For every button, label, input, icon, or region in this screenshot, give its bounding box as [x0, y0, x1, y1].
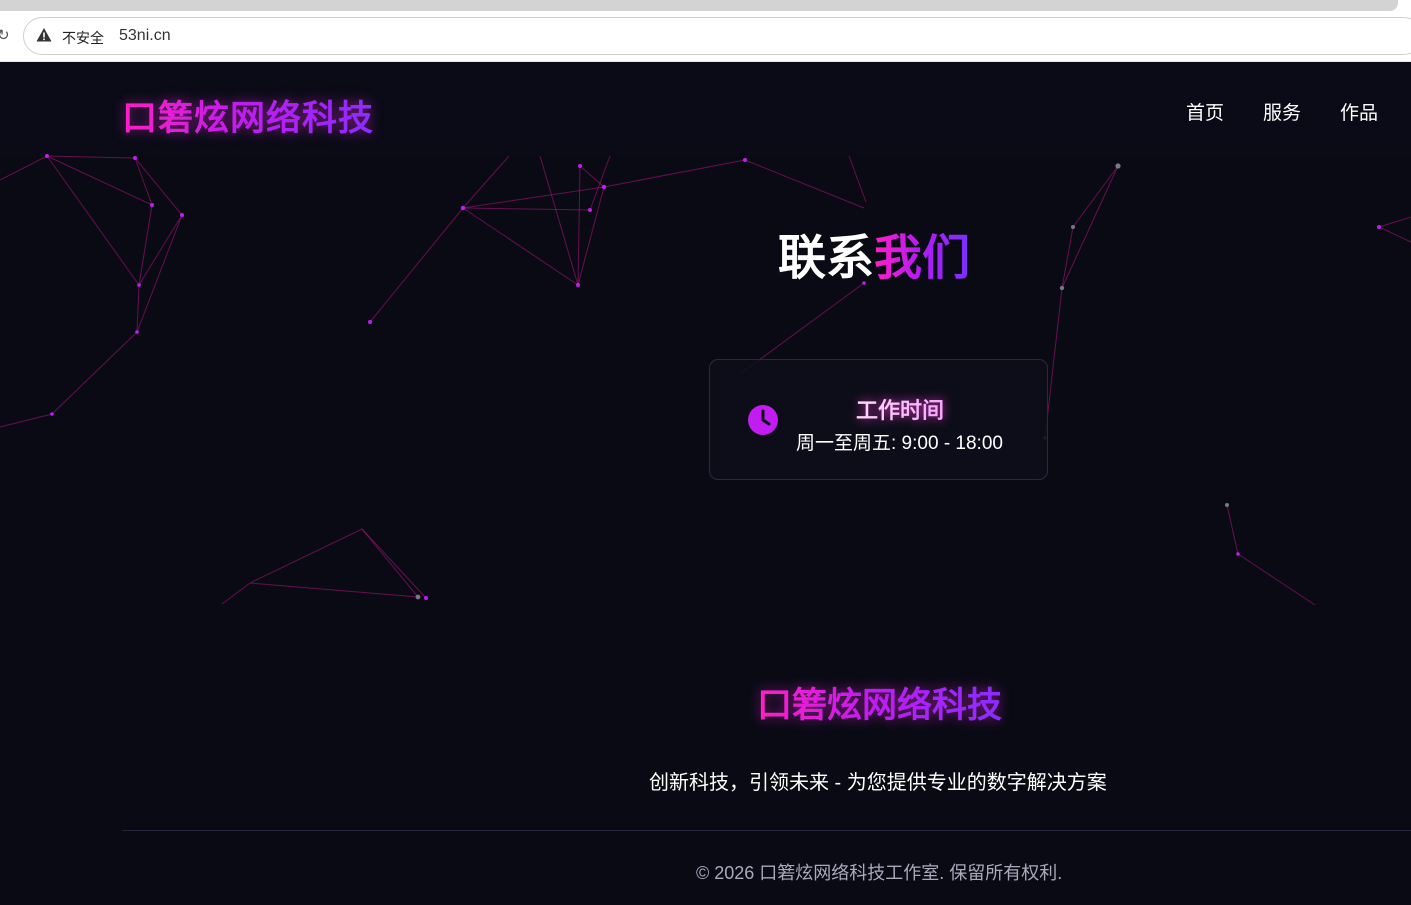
contact-heading-part1: 联系	[778, 232, 875, 285]
url-text[interactable]: 53ni.cn	[119, 27, 171, 45]
copyright-text: © 2026 口箬炫网络科技工作室. 保留所有权利.	[696, 863, 1063, 883]
contact-heading-part2: 我们	[874, 232, 971, 285]
footer-slogan: 创新科技，引领未来 - 为您提供专业的数字解决方案	[649, 772, 1107, 794]
working-hours-card: 工作时间 周一至周五: 9:00 - 18:00	[709, 359, 1048, 480]
footer-logo: 口箬炫网络科技	[757, 677, 1002, 728]
footer-divider	[122, 830, 1411, 831]
contact-heading: 联系我们	[778, 218, 970, 288]
tab-strip	[0, 0, 1398, 11]
security-label[interactable]: 不安全	[62, 28, 104, 48]
reload-icon[interactable]: ↻	[0, 26, 10, 44]
working-hours-text: 周一至周五: 9:00 - 18:00	[796, 433, 1003, 454]
nav-works[interactable]: 作品	[1340, 98, 1378, 125]
page: 口箬炫网络科技 首页 服务 作品 联系我们 工作时间 周一至周五: 9:00 -…	[0, 62, 1411, 905]
working-hours-title: 工作时间	[856, 393, 944, 425]
nav-services[interactable]: 服务	[1263, 98, 1301, 125]
nav-home[interactable]: 首页	[1186, 98, 1224, 125]
address-bar[interactable]: 不安全 53ni.cn	[23, 17, 1411, 55]
clock-icon	[748, 405, 778, 435]
site-logo[interactable]: 口箬炫网络科技	[122, 90, 374, 141]
browser-chrome: ↻ 不安全 53ni.cn	[0, 0, 1411, 62]
warning-icon[interactable]	[36, 27, 52, 43]
